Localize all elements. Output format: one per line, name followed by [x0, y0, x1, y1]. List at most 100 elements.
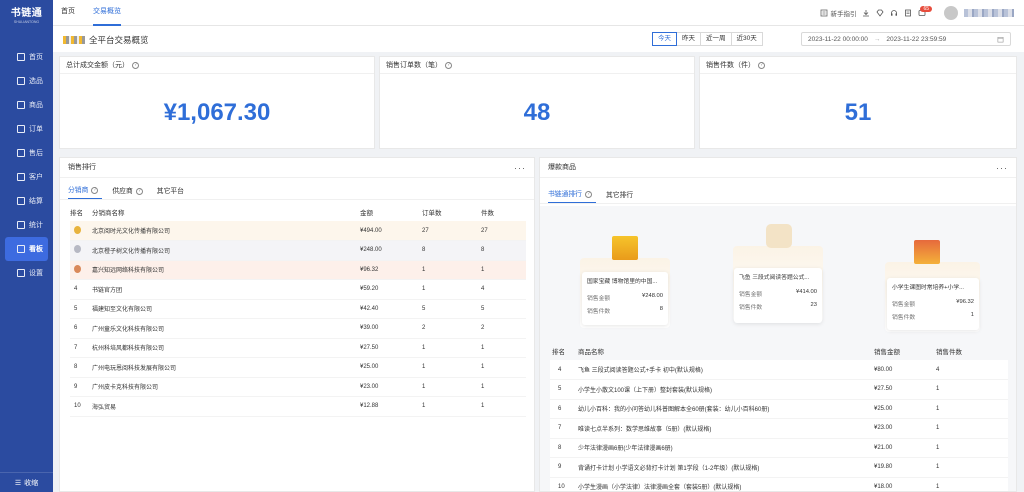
tab-label: 其它平台	[156, 188, 184, 195]
cell-amount: ¥19.80	[874, 457, 936, 478]
tab-distributor[interactable]: 分销商?	[68, 184, 103, 199]
collapse-button[interactable]: ☰ 收缩	[0, 472, 53, 492]
diamond-icon[interactable]	[876, 9, 884, 17]
tab-trade-overview[interactable]: 交易概览	[93, 0, 121, 26]
tab-other-rank[interactable]: 其它排行	[606, 189, 637, 203]
podium-card-2[interactable]: 国家宝藏 博物馆里的中国... 销售金额 ¥248.00 销售件数 8	[582, 272, 668, 325]
tab-shuliantong-rank[interactable]: 书链通排行?	[548, 188, 596, 203]
cell-qty: 4	[481, 279, 526, 300]
cell-qty: 1	[481, 377, 526, 397]
product-icon	[17, 101, 25, 109]
sidebar-item-settings[interactable]: 设置	[5, 261, 48, 285]
help-icon[interactable]: ?	[91, 186, 99, 194]
download-icon[interactable]	[862, 9, 870, 17]
cell-name: 幼儿小百科：我的小问答幼儿科普图解本全60册(套装：幼儿小百科60册)	[578, 399, 874, 419]
avatar[interactable]	[944, 6, 958, 20]
rank-cell: 9	[70, 377, 92, 397]
help-icon[interactable]: ?	[584, 190, 592, 198]
range-button[interactable]: 近30天	[730, 32, 763, 46]
stat-value: ¥1,067.30	[163, 99, 271, 126]
logo: 书链通 SHULIANTONG	[0, 0, 53, 28]
amount-value: ¥248.00	[642, 293, 663, 299]
product-name: 飞鱼 三段式阅读答题公式...	[739, 275, 810, 281]
table-row: 5 福建知至文化有限公司 ¥42.40 5 5	[70, 299, 526, 319]
cell-amount: ¥25.00	[360, 357, 422, 378]
more-icon[interactable]: ···	[996, 158, 1008, 178]
range-button[interactable]: 今天	[652, 32, 677, 46]
sidebar-item-product[interactable]: 商品	[5, 93, 48, 117]
qty-value: 1	[970, 312, 974, 318]
table-row: 5 小学生小散文100课（上下册）整封套装(默认规格) ¥27.50 1	[550, 379, 1008, 400]
col-orders: 订单数	[422, 210, 442, 217]
medal-icon	[74, 245, 81, 254]
cell-amount: ¥27.50	[874, 379, 936, 400]
help-icon[interactable]: ?	[132, 61, 139, 69]
document-icon[interactable]	[904, 9, 912, 17]
podium-card-3[interactable]: 小学生课图时常培养+小学... 销售金额 ¥96.32 销售件数 1	[887, 278, 979, 330]
cell-amount: ¥23.00	[360, 377, 422, 397]
sidebar-item-monitor[interactable]: 首页	[5, 45, 48, 69]
sidebar-item-stats[interactable]: 统计	[5, 213, 48, 237]
headset-icon[interactable]	[890, 9, 898, 17]
table-row: 7 唯读七点半系列：数学思维故事（5册）(默认规格) ¥23.00 1	[550, 418, 1008, 439]
cell-rank: 4	[550, 360, 578, 380]
amount-label: 销售金额	[587, 296, 611, 302]
hot-products-table: 排名 商品名称 销售金额 销售件数 4 飞鱼 三段式阅读答题公式+手卡 初中(默认…	[550, 342, 1008, 491]
cell-name: 福建知至文化有限公司	[92, 299, 360, 319]
table-row: 8 广州电玩恩阅科技发展有限公司 ¥25.00 1 1	[70, 357, 526, 378]
cell-qty: 4	[936, 360, 1008, 380]
cell-orders: 1	[422, 260, 481, 280]
guide-link[interactable]: 新手指引	[820, 8, 856, 18]
aftersale-icon	[17, 149, 25, 157]
stats-icon	[17, 221, 25, 229]
sidebar-item-label: 客户	[29, 174, 43, 181]
panel-header: 销售排行 ···	[60, 158, 534, 178]
sidebar-item-order[interactable]: 订单	[5, 117, 48, 141]
cell-orders: 1	[422, 279, 481, 300]
sidebar-item-customer[interactable]: 客户	[5, 165, 48, 189]
cell-qty: 1	[481, 357, 526, 378]
tab-label: 分销商	[68, 187, 89, 194]
cell-orders: 8	[422, 240, 481, 261]
collapse-label: 收缩	[24, 479, 39, 487]
range-button[interactable]: 昨天	[676, 32, 701, 46]
username-redacted[interactable]	[964, 9, 1014, 17]
sidebar-item-aftersale[interactable]: 售后	[5, 141, 48, 165]
sidebar-item-select[interactable]: 选品	[5, 69, 48, 93]
help-icon[interactable]: ?	[135, 187, 143, 195]
notification-button[interactable]: 65	[918, 6, 938, 17]
sidebar-item-dashboard[interactable]: 看板	[5, 237, 48, 261]
cell-qty: 27	[481, 221, 526, 241]
sales-table-wrap: 排名 分销商名称 金额 订单数 件数 北京阅时光文化传播有限公司 ¥494.00 2…	[60, 200, 534, 417]
cell-qty: 1	[481, 396, 526, 417]
tab-supplier[interactable]: 供应商?	[112, 185, 146, 199]
cell-amount: ¥80.00	[874, 360, 936, 380]
table-header-row: 排名 商品名称 销售金额 销售件数	[550, 342, 1008, 360]
date-start: 2023-11-22 00:00:00	[808, 35, 868, 43]
date-end: 2023-11-22 23:59:59	[886, 35, 947, 43]
amount-label: 销售金额	[892, 302, 916, 308]
help-icon[interactable]: ?	[758, 61, 765, 69]
page-title: 全平台交易概览	[63, 34, 149, 46]
tab-other-platform[interactable]: 其它平台	[157, 185, 188, 199]
cell-rank: 9	[550, 457, 578, 478]
tab-home[interactable]: 首页	[61, 0, 75, 26]
sidebar-item-settle[interactable]: 结算	[5, 189, 48, 213]
stat-label: 总计成交金额（元）?	[60, 57, 374, 74]
qty-label: 销售件数	[587, 309, 611, 315]
rank-cell: 6	[70, 318, 92, 339]
cell-name: 广州电玩恩阅科技发展有限公司	[92, 357, 360, 378]
sidebar-item-label: 设置	[29, 270, 43, 277]
date-picker[interactable]: 2023-11-22 00:00:00 → 2023-11-22 23:59:5…	[801, 32, 1011, 46]
cell-qty: 1	[936, 379, 1008, 400]
sales-rank-table: 排名 分销商名称 金额 订单数 件数 北京阅时光文化传播有限公司 ¥494.00 2…	[70, 203, 526, 417]
cell-orders: 27	[422, 221, 481, 241]
cell-rank: 8	[550, 438, 578, 458]
page-title-text: 全平台交易概览	[89, 35, 149, 45]
range-button[interactable]: 近一周	[700, 32, 732, 46]
help-icon[interactable]: ?	[445, 61, 452, 69]
podium-card-1[interactable]: 飞鱼 三段式阅读答题公式... 销售金额 ¥414.00 销售件数 23	[734, 268, 822, 323]
product-name: 小学生课图时常培养+小学...	[892, 285, 964, 291]
more-icon[interactable]: ···	[514, 158, 526, 178]
cell-orders: 2	[422, 318, 481, 339]
